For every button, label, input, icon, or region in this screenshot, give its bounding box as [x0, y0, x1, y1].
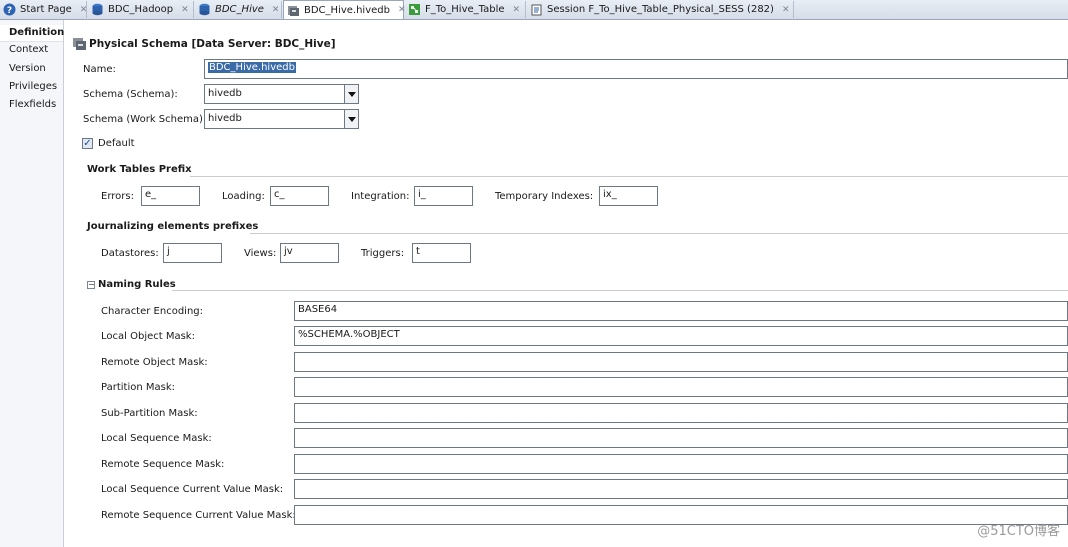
nav-item-version[interactable]: Version: [9, 63, 46, 74]
default-label: Default: [98, 138, 135, 149]
views-label: Views:: [244, 248, 277, 259]
tab-label: Start Page: [20, 4, 72, 15]
integration-prefix-field[interactable]: i_: [414, 186, 473, 206]
tab-start-page[interactable]: ? Start Page ✕: [0, 1, 87, 18]
local-sequence-current-value-mask-field[interactable]: [294, 479, 1068, 499]
views-prefix-field[interactable]: jv: [280, 243, 339, 263]
close-icon[interactable]: ✕: [80, 5, 88, 15]
close-icon[interactable]: ✕: [272, 5, 280, 15]
local-object-mask-field[interactable]: %SCHEMA.%OBJECT: [294, 326, 1068, 346]
chevron-down-icon[interactable]: [344, 110, 358, 128]
nav-item-definition[interactable]: Definition: [0, 25, 64, 42]
naming-rules-section-title: Naming Rules: [98, 279, 176, 290]
loading-prefix-field[interactable]: c_: [270, 186, 329, 206]
remote-sequence-current-value-mask-field[interactable]: [294, 505, 1068, 525]
datastores-prefix-field[interactable]: j: [163, 243, 222, 263]
default-checkbox[interactable]: ✓: [82, 138, 93, 149]
schema-label: Schema (Schema):: [83, 89, 178, 100]
schema-value: hivedb: [208, 88, 242, 99]
section-divider: [190, 176, 1068, 177]
watermark: @51CTO博客: [977, 524, 1060, 539]
section-divider: [250, 233, 1068, 234]
local-sequence-mask-field[interactable]: [294, 428, 1068, 448]
chevron-down-icon[interactable]: [344, 85, 358, 103]
physical-schema-icon: [73, 38, 86, 50]
tab-label: F_To_Hive_Table: [425, 4, 505, 15]
svg-text:?: ?: [7, 6, 12, 16]
work-schema-select[interactable]: hivedb: [204, 109, 359, 129]
nav-item-flexfields[interactable]: Flexfields: [9, 99, 56, 110]
name-label: Name:: [83, 64, 116, 75]
tab-label: BDC_Hadoop: [108, 4, 174, 15]
remote-object-mask-label: Remote Object Mask:: [101, 357, 208, 368]
triggers-prefix-field[interactable]: t: [412, 243, 471, 263]
character-encoding-field[interactable]: BASE64: [294, 301, 1068, 321]
page-title: Physical Schema [Data Server: BDC_Hive]: [72, 37, 336, 51]
temporary-indexes-label: Temporary Indexes:: [495, 191, 594, 202]
page-title-text: Physical Schema [Data Server: BDC_Hive]: [89, 38, 336, 50]
help-icon: ?: [3, 3, 16, 16]
tab-bdc-hive[interactable]: BDC_Hive ✕: [195, 1, 282, 18]
datastores-label: Datastores:: [101, 248, 159, 259]
tab-bdc-hive-hivedb[interactable]: BDC_Hive.hivedb ✕: [283, 0, 406, 19]
name-value: BDC_Hive.hivedb: [208, 62, 296, 73]
close-icon[interactable]: ✕: [782, 5, 790, 15]
errors-prefix-field[interactable]: e_: [141, 186, 200, 206]
loading-label: Loading:: [222, 191, 265, 202]
sub-partition-mask-field[interactable]: [294, 403, 1068, 423]
tab-label: Session F_To_Hive_Table_Physical_SESS (2…: [547, 4, 774, 15]
physical-schema-icon: [288, 5, 299, 16]
work-tables-section-title: Work Tables Prefix: [87, 164, 192, 175]
nav-item-privileges[interactable]: Privileges: [9, 81, 57, 92]
section-divider: [172, 290, 1068, 291]
triggers-label: Triggers:: [361, 248, 405, 259]
tab-session[interactable]: Session F_To_Hive_Table_Physical_SESS (2…: [527, 1, 794, 18]
tab-f-to-hive-table[interactable]: F_To_Hive_Table ✕: [405, 1, 526, 18]
database-icon: [92, 3, 103, 16]
editor-tab-strip: ? Start Page ✕ BDC_Hadoop ✕ BDC_Hive ✕ B…: [0, 0, 1068, 20]
integration-label: Integration:: [351, 191, 410, 202]
name-field[interactable]: BDC_Hive.hivedb: [204, 59, 1068, 79]
nav-item-context[interactable]: Context: [9, 44, 48, 55]
tab-label: BDC_Hive: [215, 4, 264, 15]
local-sequence-mask-label: Local Sequence Mask:: [101, 433, 212, 444]
remote-object-mask-field[interactable]: [294, 352, 1068, 372]
journalizing-section-title: Journalizing elements prefixes: [87, 221, 259, 232]
editor-side-nav: Definition Context Version Privileges Fl…: [0, 20, 64, 547]
errors-label: Errors:: [101, 191, 134, 202]
database-icon: [199, 3, 210, 16]
work-schema-value: hivedb: [208, 113, 242, 124]
session-icon: [531, 4, 542, 16]
close-icon[interactable]: ✕: [181, 5, 189, 15]
remote-sequence-mask-field[interactable]: [294, 454, 1068, 474]
partition-mask-field[interactable]: [294, 377, 1068, 397]
sub-partition-mask-label: Sub-Partition Mask:: [101, 408, 198, 419]
close-icon[interactable]: ✕: [513, 5, 521, 15]
character-encoding-label: Character Encoding:: [101, 306, 204, 317]
tab-label: BDC_Hive.hivedb: [304, 4, 390, 16]
local-sequence-current-value-mask-label: Local Sequence Current Value Mask:: [101, 484, 284, 495]
schema-select[interactable]: hivedb: [204, 84, 359, 104]
local-object-mask-label: Local Object Mask:: [101, 331, 195, 342]
mapping-icon: [409, 4, 420, 15]
collapse-icon[interactable]: −: [87, 281, 95, 289]
remote-sequence-current-value-mask-label: Remote Sequence Current Value Mask:: [101, 510, 296, 521]
remote-sequence-mask-label: Remote Sequence Mask:: [101, 459, 225, 470]
partition-mask-label: Partition Mask:: [101, 382, 175, 393]
tab-bdc-hadoop[interactable]: BDC_Hadoop ✕: [88, 1, 194, 18]
work-schema-label: Schema (Work Schema):: [83, 114, 207, 125]
temporary-indexes-prefix-field[interactable]: ix_: [599, 186, 658, 206]
